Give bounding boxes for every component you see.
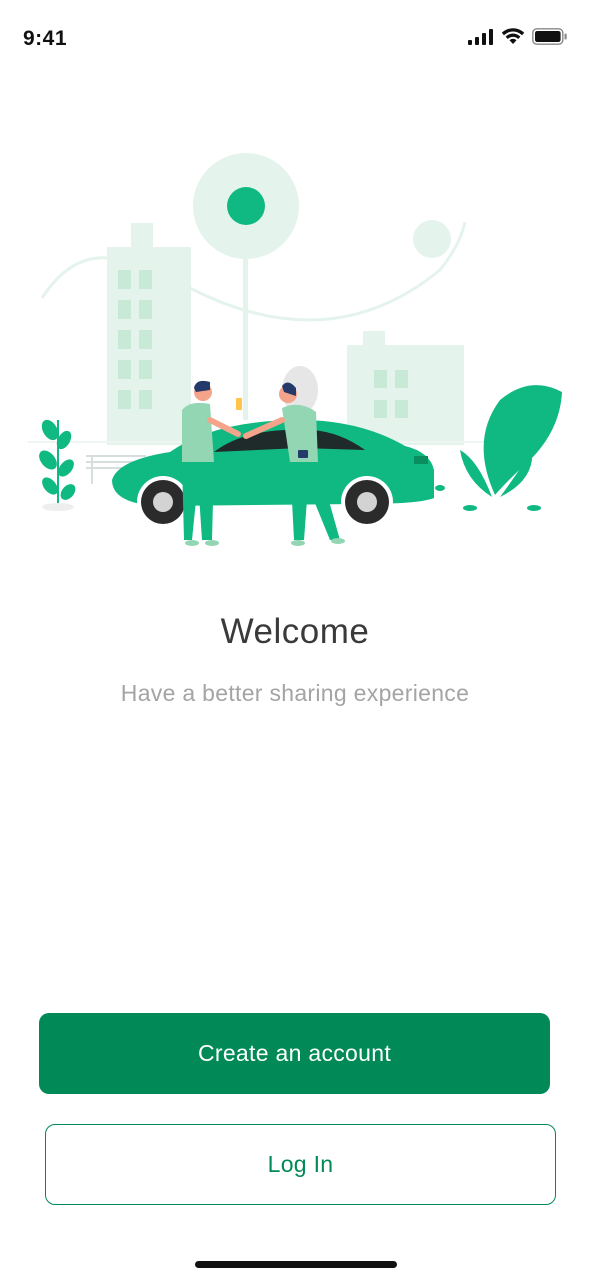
status-icons bbox=[468, 28, 568, 45]
login-button[interactable]: Log In bbox=[45, 1124, 556, 1205]
plant-left bbox=[39, 419, 76, 511]
create-account-button[interactable]: Create an account bbox=[39, 1013, 550, 1094]
status-bar: 9:41 bbox=[0, 0, 590, 80]
building-right bbox=[347, 331, 464, 445]
welcome-subtitle: Have a better sharing experience bbox=[120, 680, 470, 706]
wifi-icon bbox=[501, 28, 525, 44]
welcome-title: Welcome bbox=[220, 612, 370, 651]
location-pin-graphic bbox=[193, 153, 299, 420]
home-indicator bbox=[195, 1261, 397, 1268]
status-time: 9:41 bbox=[23, 27, 68, 50]
building-left bbox=[107, 223, 191, 445]
cellular-signal-icon bbox=[468, 28, 493, 45]
battery-icon bbox=[532, 28, 567, 45]
car-sharing-illustration bbox=[28, 153, 562, 546]
